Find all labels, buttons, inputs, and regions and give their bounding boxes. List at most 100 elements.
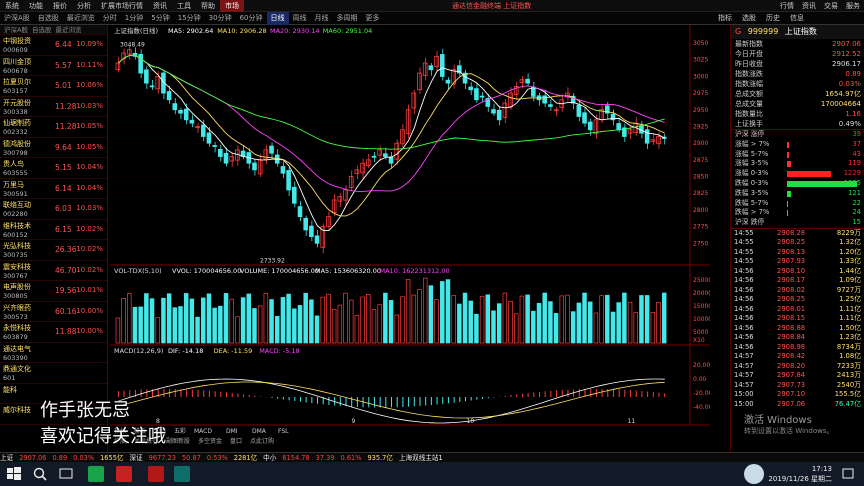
- toolbar-right-item-1[interactable]: 选股: [742, 14, 756, 22]
- extension-tab[interactable]: 点此订购: [250, 437, 274, 445]
- candle-body: [206, 132, 212, 144]
- period-tab-5[interactable]: 5分钟: [147, 12, 173, 25]
- indicator-tab[interactable]: 五彩: [174, 427, 186, 435]
- app-icon-tdx[interactable]: [116, 466, 132, 482]
- list-tab-2[interactable]: 最近浏览: [51, 25, 81, 35]
- extension-tab[interactable]: 多空资金: [198, 437, 222, 445]
- price-axis-tick: 2775: [693, 224, 708, 231]
- list-item[interactable]: 永悦科技 603879 11.88 10.00%: [0, 322, 107, 343]
- task-view-icon[interactable]: [58, 466, 74, 482]
- top-right-item-0[interactable]: 行情: [780, 2, 794, 10]
- distribution-row: 沪深 跌停 15: [731, 218, 864, 228]
- volume-bar: [428, 285, 434, 344]
- menu-item-market[interactable]: 市场: [220, 0, 244, 12]
- chart-svg[interactable]: 上证指数(日线) MA5: 2902.64 MA10: 2906.28 MA20: 2…: [110, 25, 713, 452]
- period-tab-2[interactable]: 最近浏览: [63, 12, 99, 25]
- list-item[interactable]: 光弘科技 300735 26.36 10.02%: [0, 240, 107, 261]
- tick-time: 14:56: [734, 276, 754, 285]
- list-item[interactable]: 万里马 300591 6.14 10.04%: [0, 179, 107, 199]
- period-tab-7[interactable]: 30分钟: [205, 12, 236, 25]
- windows-start-icon[interactable]: [6, 466, 22, 482]
- app-icon-green[interactable]: [88, 466, 104, 482]
- list-item[interactable]: 电声股份 300805 19.56 10.01%: [0, 281, 107, 302]
- period-tab-10[interactable]: 周线: [289, 12, 311, 25]
- indicator-tab[interactable]: DMA: [252, 428, 267, 435]
- indicator-tab[interactable]: DMI: [226, 428, 238, 435]
- volume-bar: [639, 295, 644, 344]
- menu-item-5[interactable]: 资讯: [148, 0, 172, 12]
- top-right-item-1[interactable]: 资讯: [802, 2, 816, 10]
- stat-row: 总成交额 1654.97亿: [731, 89, 864, 99]
- period-tab-6[interactable]: 15分钟: [174, 12, 205, 25]
- top-right-item-2[interactable]: 交易: [824, 2, 838, 10]
- list-item[interactable]: 兴齐眼药 300573 60.16 10.00%: [0, 302, 107, 322]
- period-tab-8[interactable]: 60分钟: [236, 12, 267, 25]
- stock-name: 开元股份: [3, 98, 31, 107]
- clock[interactable]: 17:13 2019/11/26 星期二: [768, 464, 832, 484]
- top-right-item-3[interactable]: 服务: [846, 2, 860, 10]
- list-item[interactable]: 仙琚制药 002332 11.28 10.05%: [0, 117, 107, 138]
- indicator-tab[interactable]: MACD: [194, 428, 212, 435]
- stock-price: 5.01: [55, 81, 72, 90]
- candle-body: [576, 104, 582, 117]
- menu-item-3[interactable]: 分析: [72, 0, 96, 12]
- tick-volume: 1.11亿: [839, 314, 861, 323]
- notification-icon[interactable]: [840, 466, 856, 482]
- list-item[interactable]: 鼎通文化 601: [0, 363, 107, 384]
- app-icon-teal[interactable]: [174, 466, 190, 482]
- extension-tab[interactable]: 副图新股: [166, 437, 190, 445]
- menu-item-4[interactable]: 扩展市场行情: [96, 0, 148, 12]
- volume-bar: [462, 292, 468, 344]
- period-tab-11[interactable]: 月线: [311, 12, 333, 25]
- list-item[interactable]: 开元股份 300338 11.28 10.03%: [0, 97, 107, 117]
- tick-list[interactable]: 14:55 2908.28 8229万 14:55 2908.25 1.32亿 14:55 2…: [731, 227, 864, 410]
- stock-code: 300805: [3, 292, 28, 300]
- list-tab-1[interactable]: 自选股: [28, 25, 52, 35]
- list-item[interactable]: 四川金顶 600678 5.57 10.11%: [0, 56, 107, 76]
- period-tab-3[interactable]: 分时: [99, 12, 121, 25]
- search-icon[interactable]: [32, 466, 48, 482]
- ma-label: MA5: 2902.64: [168, 27, 213, 35]
- extension-tab[interactable]: 盘口: [230, 437, 242, 445]
- distribution-label: 涨幅 > 7%: [735, 139, 770, 148]
- vol-axis-tick: 5000: [693, 329, 708, 336]
- toolbar-right-item-0[interactable]: 指标: [718, 14, 732, 22]
- tray-avatar-icon[interactable]: [744, 464, 764, 484]
- list-item[interactable]: 通达电气 603390: [0, 343, 107, 363]
- list-item[interactable]: 拉夏贝尔 603157 5.01 10.06%: [0, 76, 107, 97]
- volume-bar: [457, 303, 462, 344]
- menu-item-7[interactable]: 帮助: [196, 0, 220, 12]
- toolbar-right-item-2[interactable]: 历史: [766, 14, 780, 22]
- distribution-label: 跌幅 3-5%: [735, 188, 769, 197]
- list-item[interactable]: 震安科技 300767 46.70 10.02%: [0, 261, 107, 281]
- period-tab-4[interactable]: 1分钟: [121, 12, 147, 25]
- stock-name: 中钢投资: [3, 37, 31, 45]
- app-window: 系统 功能 报价 分析 扩展市场行情 资讯 工具 帮助 市场 通达信金融终端 上证指数 行情 资讯…: [0, 0, 864, 486]
- menu-item-0[interactable]: 系统: [0, 0, 24, 12]
- menu-item-2[interactable]: 报价: [48, 0, 72, 12]
- period-tab-13[interactable]: 更多: [362, 12, 384, 25]
- menu-item-6[interactable]: 工具: [172, 0, 196, 12]
- list-item[interactable]: 贵人鸟 603555 5.15 10.04%: [0, 158, 107, 179]
- period-tab-9[interactable]: 日线: [266, 12, 289, 25]
- period-tab-1[interactable]: 自选股: [34, 12, 63, 25]
- list-tab-0[interactable]: 沪深A股: [0, 25, 28, 35]
- candle-body: [172, 103, 178, 111]
- stat-row: 最新指数 2907.06: [731, 39, 864, 49]
- list-item[interactable]: 中钢投资 000609 6.44 10.09%: [0, 35, 107, 56]
- stock-code: 300767: [3, 271, 28, 280]
- app-icon-red[interactable]: [148, 466, 164, 482]
- macd-axis-tick: 0.00: [693, 376, 707, 383]
- list-item[interactable]: 德鸿股份 300798 9.64 10.05%: [0, 138, 107, 158]
- candle-body: [383, 153, 388, 157]
- list-item[interactable]: 维科技术 600152 6.15 10.02%: [0, 220, 107, 240]
- toolbar-right-item-3[interactable]: 信息: [790, 14, 804, 22]
- list-item[interactable]: 联络互动 002280 6.03 10.03%: [0, 199, 107, 220]
- period-tab-12[interactable]: 多周期: [333, 12, 362, 25]
- menu-item-1[interactable]: 功能: [24, 0, 48, 12]
- price-axis-tick: 2750: [693, 240, 708, 247]
- clock-date: 2019/11/26 星期二: [768, 475, 832, 483]
- period-tab-0[interactable]: 沪深A股: [0, 12, 34, 25]
- indicator-tab[interactable]: FSL: [278, 428, 289, 435]
- kline-chart[interactable]: 上证指数(日线) MA5: 2902.64 MA10: 2906.28 MA20: 2…: [110, 25, 713, 452]
